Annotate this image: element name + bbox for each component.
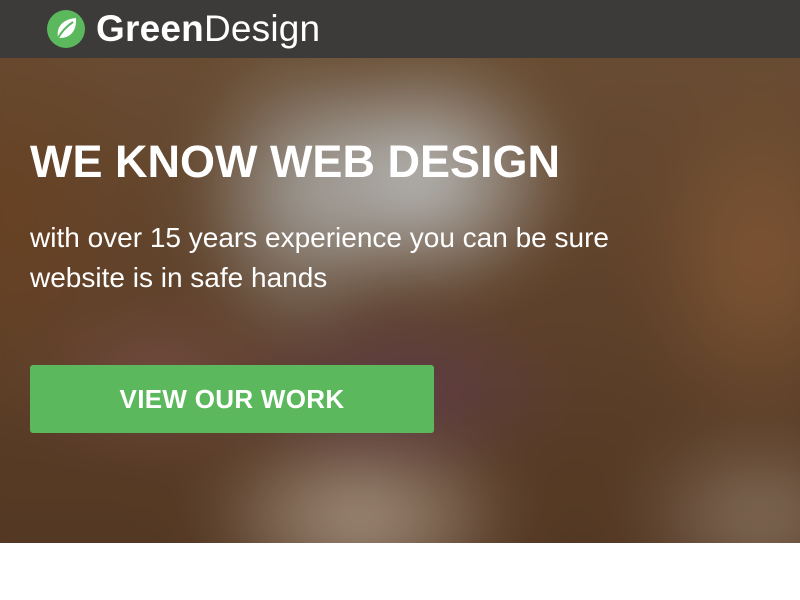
hero-title: WE KNOW WEB DESIGN	[30, 136, 560, 187]
brand-name-light: Design	[203, 8, 321, 49]
logo-link[interactable]: GreenDesign	[46, 9, 320, 49]
brand-name: GreenDesign	[96, 9, 320, 49]
hero-section: WE KNOW WEB DESIGN with over 15 years ex…	[0, 58, 800, 543]
site-header: GreenDesign	[0, 0, 800, 58]
leaf-icon	[47, 10, 85, 48]
hero-overlay	[0, 58, 800, 543]
brand-name-bold: Green	[96, 8, 204, 49]
below-fold-area	[0, 543, 800, 600]
view-our-work-button[interactable]: VIEW OUR WORK	[30, 365, 434, 433]
hero-subtitle: with over 15 years experience you can be…	[30, 222, 609, 293]
